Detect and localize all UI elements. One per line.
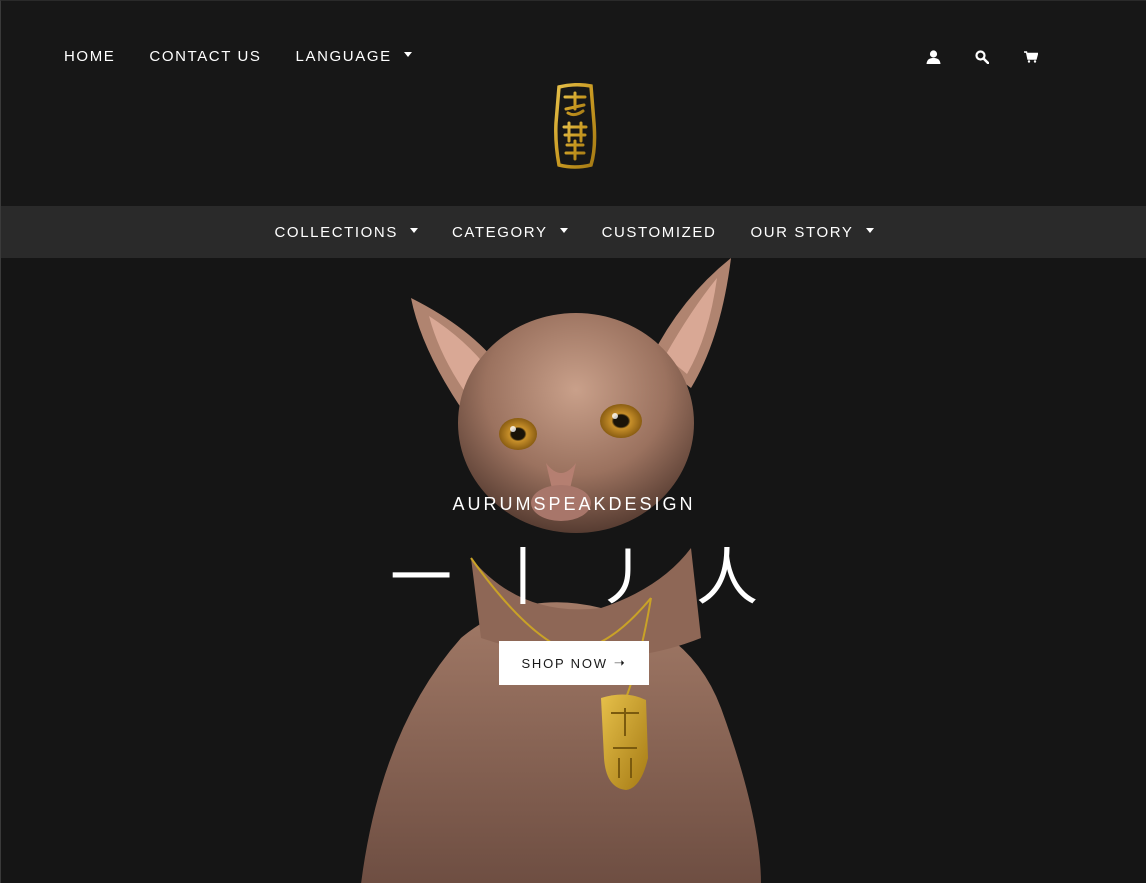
- brand-logo[interactable]: [553, 82, 597, 169]
- nav-contact-label: CONTACT US: [149, 48, 262, 65]
- utility-icons: [923, 47, 1070, 67]
- header: HOME CONTACT US LANGUAGE: [1, 1, 1146, 206]
- category-nav: COLLECTIONS CATEGORY CUSTOMIZED OUR STOR…: [1, 206, 1146, 258]
- shop-now-button[interactable]: SHOP NOW ➝: [499, 641, 649, 685]
- nav-customized[interactable]: CUSTOMIZED: [602, 224, 717, 241]
- account-icon[interactable]: [923, 47, 943, 67]
- search-icon[interactable]: [972, 47, 992, 67]
- chevron-down-icon: [403, 52, 412, 57]
- nav-home[interactable]: HOME: [64, 48, 115, 65]
- nav-customized-label: CUSTOMIZED: [601, 223, 717, 241]
- nav-our-story-dropdown[interactable]: OUR STORY: [750, 223, 874, 241]
- hero-headline: 一丨丿人: [389, 541, 798, 614]
- nav-category-dropdown[interactable]: CATEGORY: [452, 224, 568, 241]
- nav-language-label: LANGUAGE: [295, 48, 392, 65]
- hero-banner: AURUMSPEAKDESIGN 一丨丿人 SHOP NOW ➝: [1, 258, 1146, 883]
- nav-home-label: HOME: [64, 48, 116, 65]
- cart-icon[interactable]: [1021, 47, 1041, 67]
- nav-category-label: CATEGORY: [451, 223, 548, 241]
- top-nav: HOME CONTACT US LANGUAGE: [64, 48, 446, 65]
- shop-now-label: SHOP NOW: [521, 655, 608, 671]
- page: HOME CONTACT US LANGUAGE COLLECTIONS CAT…: [0, 0, 1146, 883]
- nav-contact-us[interactable]: CONTACT US: [149, 48, 261, 65]
- nav-collections-label: COLLECTIONS: [274, 223, 398, 241]
- nav-our-story-label: OUR STORY: [750, 223, 854, 241]
- nav-collections-dropdown[interactable]: COLLECTIONS: [275, 224, 418, 241]
- nav-language-dropdown[interactable]: LANGUAGE: [296, 48, 412, 65]
- chevron-down-icon: [865, 227, 874, 233]
- chevron-down-icon: [559, 227, 568, 233]
- arrow-right-icon: ➝: [613, 655, 627, 670]
- hero-brand: AURUMSPEAKDESIGN: [452, 494, 696, 514]
- chevron-down-icon: [409, 227, 418, 233]
- hero-content: AURUMSPEAKDESIGN 一丨丿人 SHOP NOW ➝: [1, 494, 1146, 685]
